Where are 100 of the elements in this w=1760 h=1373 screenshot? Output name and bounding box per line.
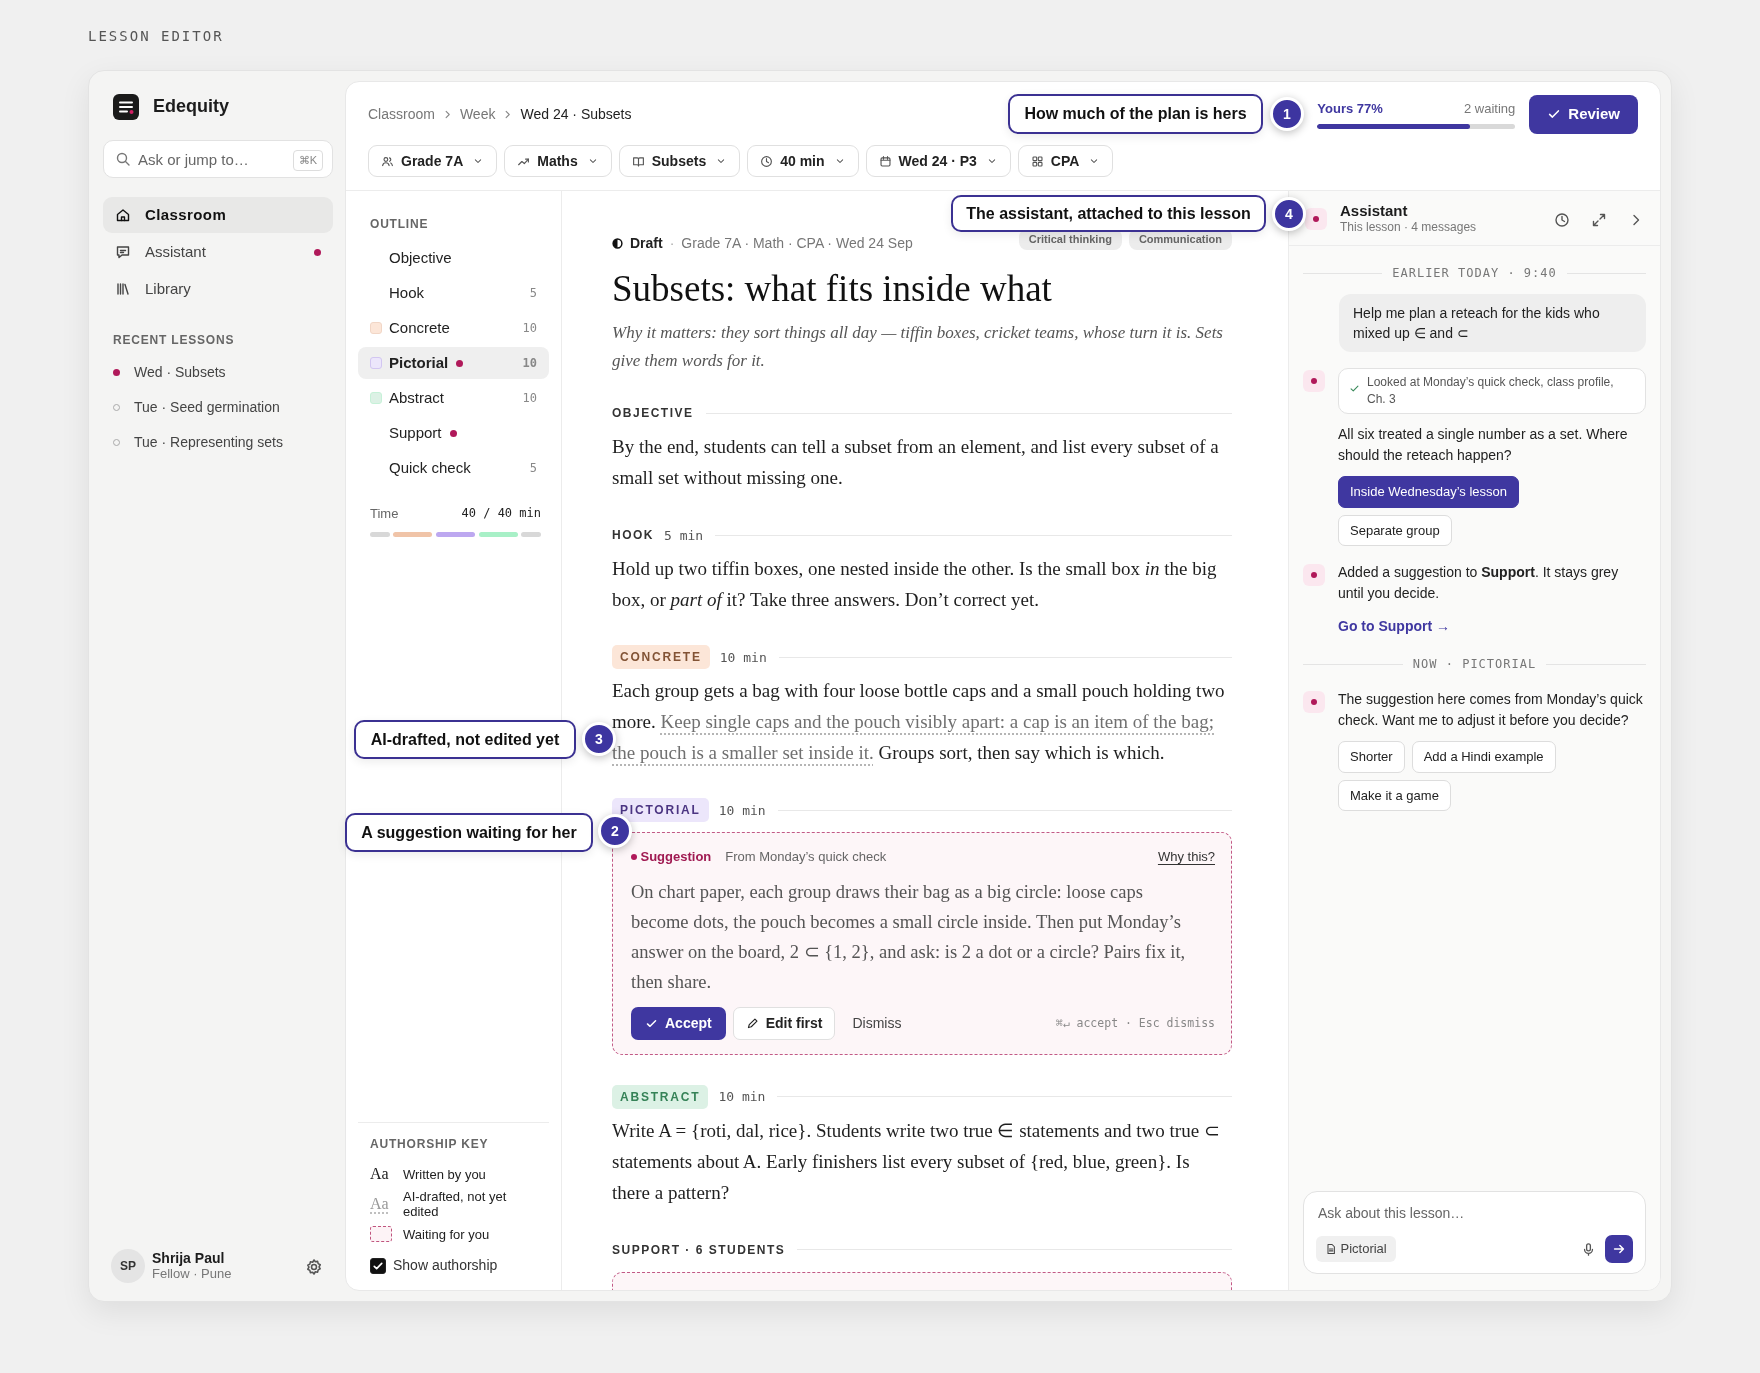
outline-item[interactable]: Concrete 10 [358,312,549,344]
arrow-icon [1612,1242,1626,1256]
text-sample: Aa [370,1194,390,1214]
option-button[interactable]: Make it a game [1338,779,1451,811]
lesson-title: Subsets: what fits inside what [612,267,1053,311]
user-role: Fellow · Pune [152,1266,233,1282]
outline-item[interactable]: Abstract 10 [358,382,549,414]
minutes-label: 10 [522,390,537,407]
key-label: Written by you [403,1166,486,1182]
callout-label: AI-drafted, not edited yet [354,720,576,759]
recent-lesson-link[interactable]: Tue · Representing sets [134,432,283,453]
duration-label: 10 min [718,801,766,820]
house-icon [115,207,131,223]
callout-label: A suggestion waiting for her [345,813,593,852]
message-composer[interactable]: Ask about this lesson… Pictorial [1303,1191,1646,1274]
option-button[interactable]: Shorter [1338,741,1405,773]
user-message: Help me plan a reteach for the kids who mixed up ∈ and ⊂ [1339,294,1646,352]
separator-dot: · [669,233,675,253]
section-heading: SUPPORT · 6 STUDENTS [612,1241,786,1259]
outline-item[interactable]: Objective [358,242,549,274]
assistant-message: All six treated a single number as a set. Where should the reteach happen? [1338,425,1629,465]
outline-item[interactable]: Quick check 5 [358,452,549,484]
suggestion-text: On chart paper, each group draws their bag as a big circle: loose caps become dots, the pouch becomes a small circle inside. Then put Monday’s answer on the board, 2 ⊂ {1, 2}, and ask: is 2 a dot or a circle? Pairs fix it, then share. [631,880,1187,994]
accept-button[interactable]: Accept [631,1006,726,1040]
tool-card: Looked at Monday’s quick check, class profile, Ch. 3 [1338,368,1646,414]
waiting-count: 2 waiting [1464,100,1516,119]
time-segment [435,531,476,537]
section-text: Hold up two tiffin boxes, one nested inside the other. Is the small box in the big box, or part of it? Take three answers. Don’t correct yet. [612,557,1218,613]
clock-icon [1554,211,1570,228]
open-book-icon [631,154,645,168]
pencil-icon [745,1016,759,1030]
key-label: Waiting for you [403,1226,490,1242]
minutes-label: 5 [529,460,537,477]
section-heading: OBJECTIVE [612,405,694,423]
recent-lesson-link[interactable]: Wed · Subsets [134,362,226,383]
minutes-label: 10 [522,320,537,337]
shortcut-hint: ⌘K [292,150,323,171]
grid-icon [1030,154,1044,168]
document-icon [1325,1243,1337,1255]
time-segment [393,531,433,537]
option-button[interactable]: Separate group [1338,514,1452,546]
time-segment [478,531,518,537]
filter-dropdown[interactable]: Maths [504,145,612,177]
filter-dropdown[interactable]: CPA [1017,145,1114,177]
section-badge: CONCRETE [612,645,710,670]
section-text: Write A = {roti, dal, rice}. Students write two true ∈ statements and two true ⊂ statements about A. Early finishers list every subset of {red, blue, green}. Is there a pattern? [612,1118,1221,1205]
breadcrumb-link[interactable]: Week [459,103,496,125]
section-text: By the end, students can tell a subset from an element, and list every subset of a small set without missing one. [612,435,1220,491]
context-chip[interactable]: Pictorial [1316,1236,1396,1262]
dashed-box-icon [370,1226,392,1242]
edit-button[interactable]: Edit first [732,1006,836,1040]
divider-label: NOW · PICTORIAL [1411,656,1538,673]
avatar: SP [111,1249,145,1283]
filter-dropdown[interactable]: Wed 24 · P3 [865,145,1011,177]
breadcrumb-link[interactable]: Classroom [368,103,435,125]
minutes-label: 10 [522,355,537,372]
section-heading: OUTLINE [370,216,430,233]
option-button[interactable]: Inside Wednesday’s lesson [1338,476,1520,508]
brand-name: Edequity [153,95,229,118]
half-circle-icon [612,237,623,249]
section-badge: PICTORIAL [612,798,709,823]
nav-item[interactable]: Assistant [103,234,333,270]
recent-lesson-link[interactable]: Tue · Seed germination [134,397,280,418]
key-label: AI-drafted, not yet edited [403,1189,508,1219]
time-value: 40 / 40 min [461,505,541,522]
microphone-icon [1581,1242,1596,1258]
dismiss-button[interactable]: Dismiss [842,1012,912,1034]
settings-icon [305,1257,323,1276]
outline-item[interactable]: Hook 5 [358,277,549,309]
time-label: Time [370,505,399,523]
filter-dropdown[interactable]: Grade 7A [368,145,498,177]
go-to-link[interactable]: Go to Support → [1338,616,1646,637]
duration-label: 5 min [664,526,704,545]
logo-icon [113,93,139,120]
review-button[interactable]: Review [1529,94,1638,134]
show-authorship-checkbox[interactable]: Show authorship [370,1255,545,1276]
progress-label: Yours 77% [1317,100,1383,119]
time-segment [521,531,541,537]
divider-label: EARLIER TODAY · 9:40 [1391,265,1558,282]
outline-item[interactable]: Pictorial 10 [358,347,549,379]
outline-item[interactable]: Support [358,417,549,449]
assistant-message: Added a suggestion to Support. It stays grey until you decide. [1338,563,1620,603]
why-text: Why it matters: they sort things all day — tiffin boxes, cricket teams, whose turn it is. Sets give them words for it. [612,322,1224,373]
expand-icon [1591,211,1607,228]
breadcrumb-link[interactable]: Wed 24 · Subsets [520,103,632,125]
filter-dropdown[interactable]: 40 min [747,145,859,177]
section-heading: AUTHORSHIP KEY [370,1136,490,1153]
duration-label: 10 min [719,648,767,667]
people-icon [381,154,394,168]
option-button[interactable]: Add a Hindi example [1411,741,1556,773]
why-link[interactable]: Why this? [1157,847,1215,867]
user-name: Shrija Paul [152,1250,226,1266]
search-icon [115,151,131,167]
callout-label: The assistant, attached to this lesson [951,195,1266,232]
shortcut-hint: ⌘↵ accept · Esc dismiss [1055,1014,1215,1032]
filter-dropdown[interactable]: Subsets [618,145,741,177]
send-button[interactable] [1605,1235,1633,1263]
nav-item[interactable]: Library [103,271,333,307]
assistant-avatar [1305,208,1327,230]
nav-item[interactable]: Classroom [103,197,333,233]
